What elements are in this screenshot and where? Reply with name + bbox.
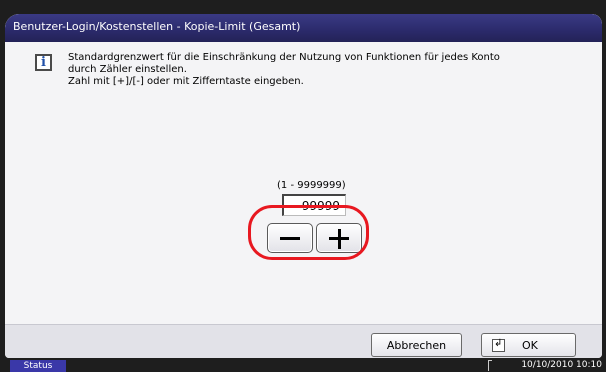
- description-line-2: durch Zähler einstellen.: [68, 64, 187, 75]
- cancel-button[interactable]: Abbrechen: [371, 333, 462, 357]
- highlight-ring: [248, 205, 369, 260]
- description-line-3: Zahl mit [+]/[-] oder mit Zifferntaste e…: [68, 76, 304, 87]
- status-button[interactable]: Status: [10, 360, 66, 372]
- ok-button-label: OK: [522, 339, 538, 352]
- status-bar: Status 10/10/2010 10:10: [0, 359, 606, 372]
- description-line-1: Standardgrenzwert für die Einschränkung …: [68, 52, 500, 63]
- dialog-panel: Benutzer-Login/Kostenstellen - Kopie-Lim…: [5, 14, 602, 358]
- ok-button[interactable]: ↲ OK: [481, 333, 576, 357]
- description-text: Standardgrenzwert für die Einschränkung …: [68, 52, 588, 88]
- status-marker-icon: [488, 360, 492, 371]
- page-title: Benutzer-Login/Kostenstellen - Kopie-Lim…: [13, 20, 301, 33]
- enter-icon-glyph: ↲: [494, 338, 503, 349]
- title-bar: Benutzer-Login/Kostenstellen - Kopie-Lim…: [5, 14, 602, 42]
- info-icon: i: [35, 54, 52, 71]
- cancel-button-label: Abbrechen: [386, 339, 447, 352]
- date-time: 10/10/2010 10:10: [521, 360, 602, 370]
- range-label: (1 - 9999999): [277, 180, 346, 191]
- enter-icon: ↲: [492, 338, 505, 352]
- info-icon-glyph: i: [41, 55, 46, 70]
- screen: Benutzer-Login/Kostenstellen - Kopie-Lim…: [0, 0, 606, 372]
